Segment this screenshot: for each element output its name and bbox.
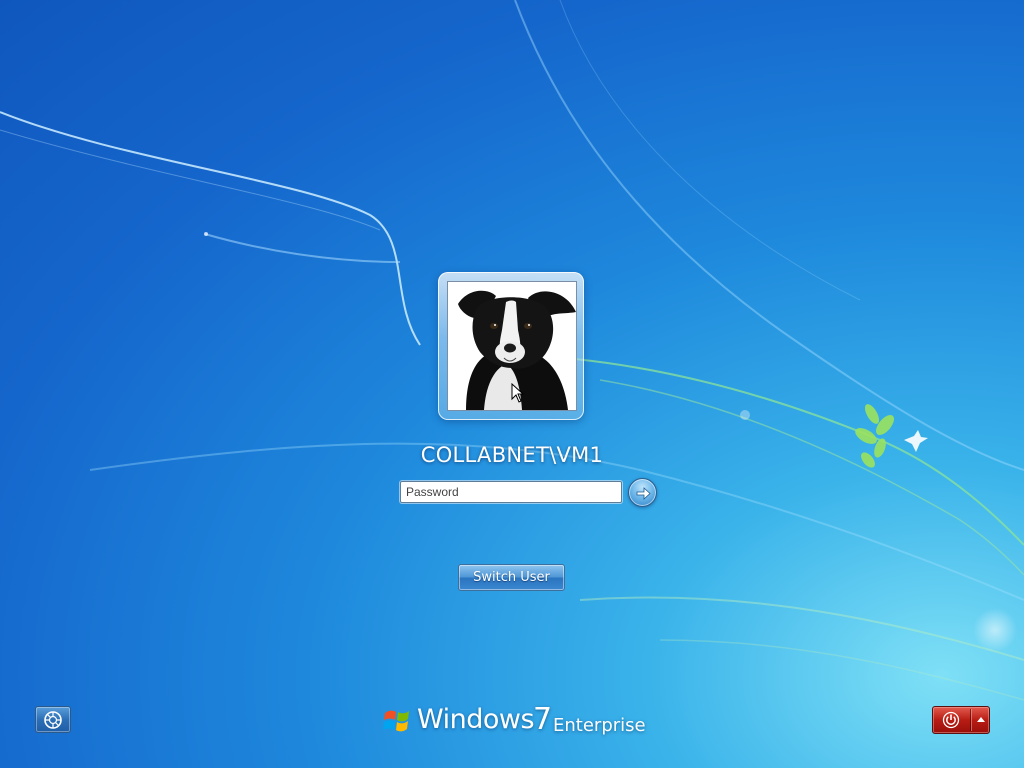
brand-product: Windows xyxy=(417,704,535,735)
shutdown-divider xyxy=(970,709,971,731)
submit-arrow-button[interactable] xyxy=(628,478,657,507)
brand-edition: Enterprise xyxy=(553,715,646,736)
user-account-name: COLLABNET\VM1 xyxy=(420,443,604,467)
power-icon xyxy=(942,711,960,729)
mouse-cursor-icon xyxy=(511,383,525,403)
triangle-up-icon xyxy=(977,717,985,722)
shutdown-options-button[interactable] xyxy=(972,707,989,733)
brand-version: 7 xyxy=(533,702,553,737)
ease-of-access-button[interactable] xyxy=(35,706,71,733)
windows-branding: Windows 7 Enterprise xyxy=(383,702,653,740)
switch-user-button[interactable]: Switch User xyxy=(458,564,565,591)
ease-of-access-icon xyxy=(44,711,62,729)
bird-decoration xyxy=(904,430,928,452)
leaves-decoration xyxy=(855,404,894,468)
windows-flag-icon xyxy=(383,710,409,732)
shutdown-button[interactable] xyxy=(933,707,970,733)
password-input[interactable] xyxy=(400,481,622,503)
arrow-right-icon xyxy=(636,487,651,500)
shutdown-button-group xyxy=(932,706,990,734)
